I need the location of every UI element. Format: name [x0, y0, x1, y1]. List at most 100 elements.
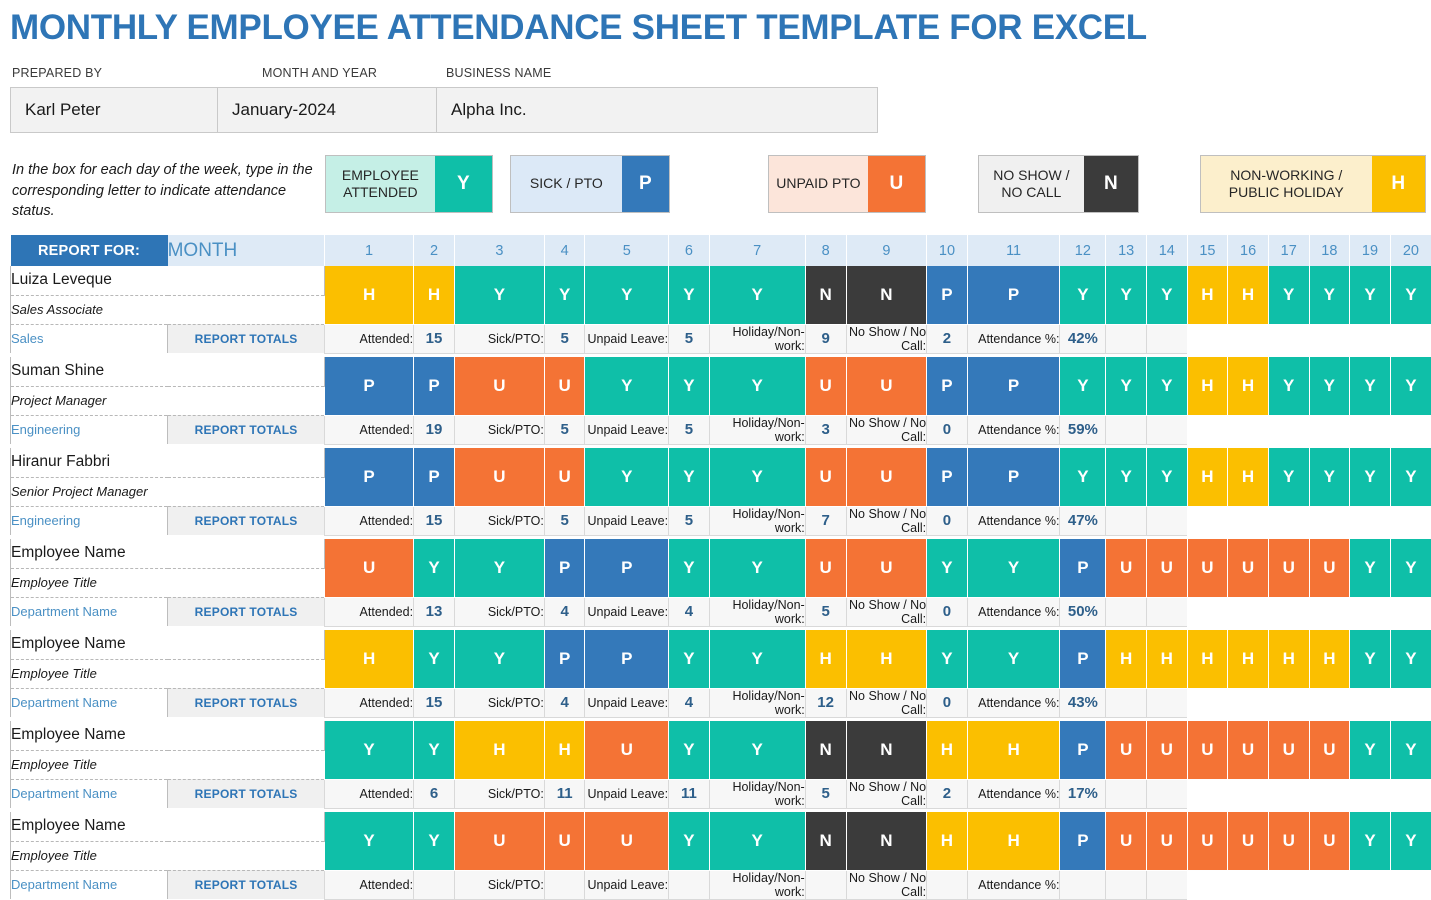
- attendance-cell-9[interactable]: U: [846, 539, 927, 597]
- attendance-cell-8[interactable]: N: [805, 812, 846, 870]
- attendance-cell-11[interactable]: Y: [967, 630, 1060, 688]
- attendance-cell-13[interactable]: U: [1106, 812, 1147, 870]
- attendance-cell-18[interactable]: Y: [1309, 266, 1350, 324]
- attendance-cell-3[interactable]: U: [454, 812, 544, 870]
- attendance-cell-15[interactable]: H: [1187, 266, 1228, 324]
- attendance-cell-9[interactable]: N: [846, 812, 927, 870]
- attendance-cell-20[interactable]: Y: [1390, 448, 1431, 506]
- attendance-cell-14[interactable]: Y: [1146, 266, 1187, 324]
- attendance-cell-4[interactable]: H: [544, 721, 585, 779]
- attendance-cell-8[interactable]: U: [805, 539, 846, 597]
- attendance-cell-7[interactable]: Y: [709, 448, 805, 506]
- attendance-cell-9[interactable]: N: [846, 721, 927, 779]
- attendance-cell-14[interactable]: U: [1146, 539, 1187, 597]
- attendance-cell-12[interactable]: Y: [1060, 266, 1106, 324]
- attendance-cell-5[interactable]: U: [585, 721, 669, 779]
- employee-name[interactable]: Employee Name: [11, 630, 325, 659]
- attendance-cell-12[interactable]: P: [1060, 721, 1106, 779]
- attendance-cell-12[interactable]: P: [1060, 812, 1106, 870]
- attendance-cell-8[interactable]: U: [805, 357, 846, 415]
- attendance-cell-20[interactable]: Y: [1390, 721, 1431, 779]
- attendance-cell-10[interactable]: P: [927, 357, 968, 415]
- attendance-cell-18[interactable]: Y: [1309, 448, 1350, 506]
- attendance-cell-4[interactable]: P: [544, 630, 585, 688]
- attendance-cell-19[interactable]: Y: [1350, 630, 1391, 688]
- attendance-cell-16[interactable]: H: [1228, 357, 1269, 415]
- attendance-cell-7[interactable]: Y: [709, 630, 805, 688]
- attendance-cell-2[interactable]: P: [414, 357, 455, 415]
- employee-department[interactable]: Engineering: [11, 506, 168, 535]
- employee-department[interactable]: Department Name: [11, 597, 168, 626]
- attendance-cell-16[interactable]: H: [1228, 266, 1269, 324]
- attendance-cell-17[interactable]: Y: [1268, 357, 1309, 415]
- attendance-cell-6[interactable]: Y: [669, 357, 710, 415]
- attendance-cell-4[interactable]: U: [544, 448, 585, 506]
- attendance-cell-1[interactable]: H: [325, 266, 414, 324]
- attendance-cell-14[interactable]: Y: [1146, 448, 1187, 506]
- attendance-cell-18[interactable]: U: [1309, 812, 1350, 870]
- attendance-cell-3[interactable]: Y: [454, 630, 544, 688]
- attendance-cell-12[interactable]: Y: [1060, 448, 1106, 506]
- attendance-cell-18[interactable]: Y: [1309, 357, 1350, 415]
- attendance-cell-18[interactable]: U: [1309, 721, 1350, 779]
- attendance-cell-1[interactable]: Y: [325, 812, 414, 870]
- attendance-cell-16[interactable]: H: [1228, 630, 1269, 688]
- attendance-cell-18[interactable]: U: [1309, 539, 1350, 597]
- attendance-cell-9[interactable]: N: [846, 266, 927, 324]
- attendance-cell-11[interactable]: Y: [967, 539, 1060, 597]
- attendance-cell-7[interactable]: Y: [709, 812, 805, 870]
- attendance-cell-11[interactable]: P: [967, 448, 1060, 506]
- employee-name[interactable]: Employee Name: [11, 812, 325, 841]
- attendance-cell-19[interactable]: Y: [1350, 448, 1391, 506]
- employee-title[interactable]: Sales Associate: [11, 295, 325, 324]
- attendance-cell-1[interactable]: Y: [325, 721, 414, 779]
- attendance-cell-2[interactable]: Y: [414, 812, 455, 870]
- attendance-cell-6[interactable]: Y: [669, 539, 710, 597]
- attendance-cell-5[interactable]: Y: [585, 266, 669, 324]
- attendance-cell-13[interactable]: Y: [1106, 357, 1147, 415]
- attendance-cell-10[interactable]: Y: [927, 539, 968, 597]
- employee-name[interactable]: Suman Shine: [11, 357, 325, 386]
- attendance-cell-13[interactable]: U: [1106, 539, 1147, 597]
- meta-value-1[interactable]: January-2024: [218, 88, 437, 132]
- attendance-cell-12[interactable]: Y: [1060, 357, 1106, 415]
- attendance-cell-19[interactable]: Y: [1350, 357, 1391, 415]
- attendance-cell-6[interactable]: Y: [669, 812, 710, 870]
- attendance-cell-19[interactable]: Y: [1350, 812, 1391, 870]
- attendance-cell-10[interactable]: H: [927, 721, 968, 779]
- attendance-cell-10[interactable]: Y: [927, 630, 968, 688]
- attendance-cell-3[interactable]: Y: [454, 266, 544, 324]
- attendance-cell-15[interactable]: U: [1187, 812, 1228, 870]
- attendance-cell-4[interactable]: U: [544, 812, 585, 870]
- attendance-cell-1[interactable]: U: [325, 539, 414, 597]
- attendance-cell-7[interactable]: Y: [709, 721, 805, 779]
- attendance-cell-9[interactable]: U: [846, 448, 927, 506]
- attendance-cell-2[interactable]: Y: [414, 539, 455, 597]
- attendance-cell-14[interactable]: U: [1146, 812, 1187, 870]
- attendance-cell-14[interactable]: H: [1146, 630, 1187, 688]
- attendance-cell-8[interactable]: N: [805, 266, 846, 324]
- attendance-cell-3[interactable]: Y: [454, 539, 544, 597]
- attendance-cell-19[interactable]: Y: [1350, 721, 1391, 779]
- attendance-cell-6[interactable]: Y: [669, 721, 710, 779]
- attendance-cell-9[interactable]: U: [846, 357, 927, 415]
- employee-department[interactable]: Department Name: [11, 779, 168, 808]
- meta-value-2[interactable]: Alpha Inc.: [437, 88, 877, 132]
- attendance-cell-9[interactable]: H: [846, 630, 927, 688]
- attendance-cell-12[interactable]: P: [1060, 539, 1106, 597]
- attendance-cell-8[interactable]: N: [805, 721, 846, 779]
- attendance-cell-16[interactable]: H: [1228, 448, 1269, 506]
- attendance-cell-20[interactable]: Y: [1390, 266, 1431, 324]
- attendance-cell-13[interactable]: Y: [1106, 448, 1147, 506]
- attendance-cell-20[interactable]: Y: [1390, 812, 1431, 870]
- attendance-cell-3[interactable]: H: [454, 721, 544, 779]
- employee-title[interactable]: Employee Title: [11, 659, 325, 688]
- attendance-cell-17[interactable]: U: [1268, 721, 1309, 779]
- attendance-cell-15[interactable]: H: [1187, 448, 1228, 506]
- employee-department[interactable]: Department Name: [11, 870, 168, 899]
- attendance-cell-16[interactable]: U: [1228, 721, 1269, 779]
- attendance-cell-20[interactable]: Y: [1390, 539, 1431, 597]
- attendance-cell-16[interactable]: U: [1228, 539, 1269, 597]
- attendance-cell-13[interactable]: H: [1106, 630, 1147, 688]
- employee-name[interactable]: Luiza Leveque: [11, 266, 325, 295]
